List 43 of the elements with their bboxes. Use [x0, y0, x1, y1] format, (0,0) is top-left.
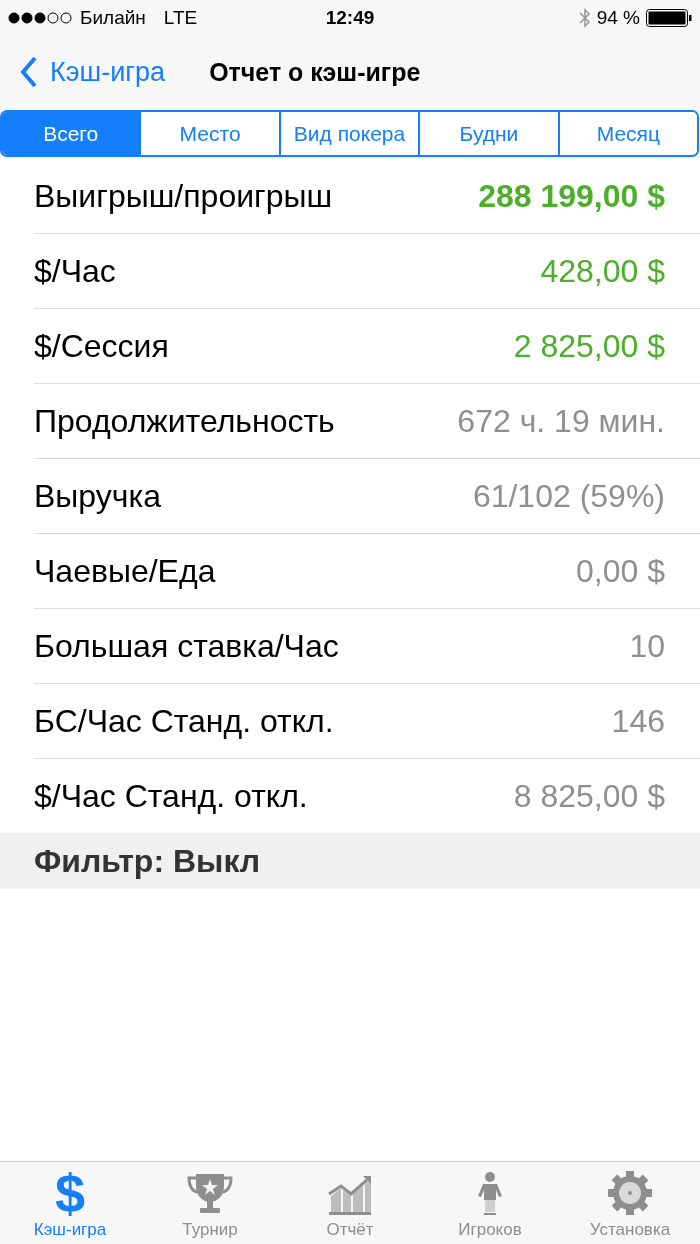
- stat-label: Большая ставка/Час: [34, 627, 339, 665]
- tab-bar-item[interactable]: $ Кэш-игра: [0, 1162, 140, 1244]
- trophy-icon: [186, 1172, 234, 1216]
- carrier-name: Билайн: [80, 7, 146, 29]
- segment-tab[interactable]: Всего: [2, 112, 140, 155]
- battery-percent: 94 %: [596, 7, 640, 29]
- chevron-left-icon: [20, 56, 38, 88]
- nav-title: Отчет о кэш-игре: [209, 57, 421, 87]
- stat-value: 428,00 $: [540, 252, 665, 290]
- dollar-icon: $: [54, 1170, 85, 1216]
- status-time: 12:49: [325, 7, 375, 29]
- back-button[interactable]: Кэш-игра: [0, 56, 166, 88]
- network-type: LTE: [163, 7, 198, 29]
- stat-label: Выигрыш/проигрыш: [34, 177, 333, 215]
- tab-bar-item[interactable]: Игроков: [420, 1162, 560, 1244]
- stat-label: $/Час: [34, 252, 116, 290]
- stat-value: 672 ч. 19 мин.: [457, 402, 665, 440]
- tab-bar-item[interactable]: Отчёт: [280, 1162, 420, 1244]
- stat-value: 10: [629, 627, 665, 665]
- stat-value: 8 825,00 $: [513, 777, 665, 815]
- bluetooth-icon: [578, 8, 591, 28]
- stat-label: Выручка: [34, 477, 161, 515]
- stat-label: $/Сессия: [34, 327, 169, 365]
- person-icon: [477, 1172, 503, 1216]
- gear-icon: [607, 1170, 653, 1216]
- stat-value: 61/102 (59%): [472, 477, 665, 515]
- filter-status: Фильтр: Выкл: [34, 842, 261, 880]
- tab-bar-item[interactable]: Турнир: [140, 1162, 280, 1244]
- stat-label: $/Час Станд. откл.: [34, 777, 308, 815]
- stat-value: 146: [611, 702, 665, 740]
- segment-tab[interactable]: Вид покера: [278, 112, 419, 155]
- segment-tab[interactable]: Месяц: [557, 112, 697, 155]
- segment-tab[interactable]: Будни: [418, 112, 558, 155]
- signal-icon: [8, 12, 74, 24]
- stat-label: Продолжительность: [34, 402, 335, 440]
- stat-label: Чаевые/Еда: [34, 552, 216, 590]
- battery-icon: [646, 9, 692, 27]
- stat-value: 288 199,00 $: [478, 177, 665, 215]
- stat-value: 0,00 $: [576, 552, 665, 590]
- segment-tab[interactable]: Место: [139, 112, 279, 155]
- stat-label: БС/Час Станд. откл.: [34, 702, 334, 740]
- stat-value: 2 825,00 $: [513, 327, 665, 365]
- tab-bar-item[interactable]: Установка: [560, 1162, 700, 1244]
